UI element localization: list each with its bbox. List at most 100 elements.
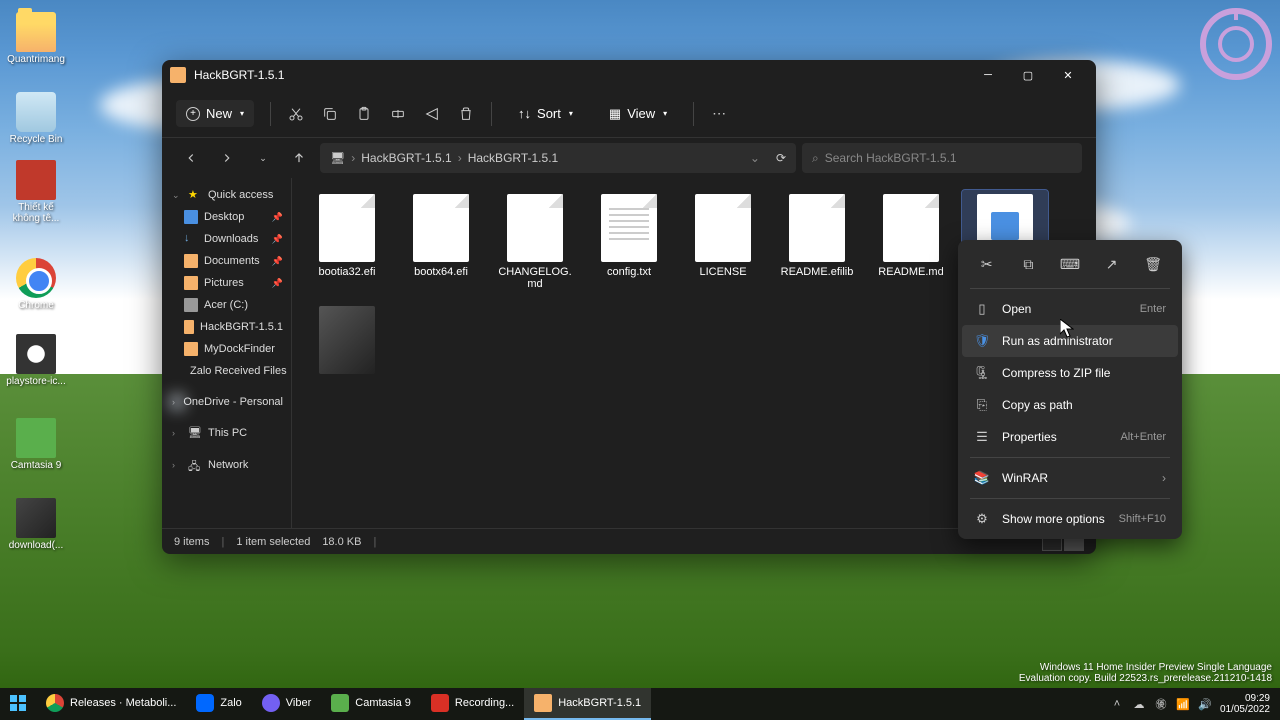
chevron-down-icon: ▾	[240, 109, 244, 118]
back-button[interactable]	[176, 143, 206, 173]
ctx-open[interactable]: ▯OpenEnter	[962, 293, 1178, 325]
ctx-delete-icon[interactable]: 🗑	[1139, 250, 1167, 278]
breadcrumb[interactable]: HackBGRT-1.5.1	[468, 151, 558, 165]
sidebar-thispc[interactable]: ›🖥This PC	[162, 422, 291, 444]
desktop-icon-camtasia[interactable]: Camtasia 9	[6, 418, 66, 471]
path-box[interactable]: 🖥 › HackBGRT-1.5.1 › HackBGRT-1.5.1 ⌄ ⟳	[320, 143, 796, 173]
ctx-compress-zip[interactable]: 🗜Compress to ZIP file	[962, 357, 1178, 389]
ctx-run-admin[interactable]: 🛡Run as administrator	[962, 325, 1178, 357]
sort-icon: ↑↓	[518, 106, 531, 121]
taskbar-item-hackbgrt[interactable]: HackBGRT-1.5.1	[524, 688, 651, 720]
taskbar-item-camtasia[interactable]: Camtasia 9	[321, 688, 421, 720]
status-selected: 1 item selected	[236, 536, 310, 548]
delete-icon[interactable]	[457, 105, 475, 123]
ctx-copy-path[interactable]: ⎘Copy as path	[962, 389, 1178, 421]
sidebar-zalo[interactable]: Zalo Received Files	[162, 360, 291, 382]
taskbar-item-viber[interactable]: Viber	[252, 688, 321, 720]
desktop-icon-quantrimang[interactable]: Quantrimang	[6, 12, 66, 65]
file-item[interactable]: LICENSE	[680, 190, 766, 294]
ctx-share-icon[interactable]: ↗	[1098, 250, 1126, 278]
ctx-copy-icon[interactable]: ⧉	[1014, 250, 1042, 278]
paste-icon[interactable]	[355, 105, 373, 123]
sidebar-mydockfinder[interactable]: MyDockFinder	[162, 338, 291, 360]
taskbar-item-recording[interactable]: Recording...	[421, 688, 524, 720]
file-item[interactable]: bootx64.efi	[398, 190, 484, 294]
sidebar-documents[interactable]: Documents📌	[162, 250, 291, 272]
file-item[interactable]: config.txt	[586, 190, 672, 294]
new-button[interactable]: + New ▾	[176, 100, 254, 127]
sidebar-desktop[interactable]: Desktop📌	[162, 206, 291, 228]
system-tray[interactable]: ˄ ☁ ㊝ 📶 🔊 09:29 01/05/2022	[1100, 693, 1280, 715]
more-icon[interactable]: ⋯	[710, 105, 728, 123]
ctx-winrar[interactable]: 📚WinRAR›	[962, 462, 1178, 494]
tray-volume-icon[interactable]: 🔊	[1198, 697, 1212, 711]
file-item[interactable]	[304, 302, 390, 382]
ctx-show-more[interactable]: ⚙Show more optionsShift+F10	[962, 503, 1178, 535]
desktop-icon-label: Chrome	[6, 300, 66, 311]
statusbar: 9 items | 1 item selected 18.0 KB |	[162, 528, 1096, 554]
watermark-badge	[1200, 8, 1272, 80]
desktop-icon-recyclebin[interactable]: Recycle Bin	[6, 92, 66, 145]
ctx-rename-icon[interactable]: ⌨	[1056, 250, 1084, 278]
sidebar-quick-access[interactable]: ⌄★Quick access	[162, 184, 291, 206]
desktop-icon-thietke[interactable]: Thiết kế không tê...	[6, 160, 66, 224]
sidebar-pictures[interactable]: Pictures📌	[162, 272, 291, 294]
taskbar-item-zalo[interactable]: Zalo	[186, 688, 251, 720]
sidebar-downloads[interactable]: ↓Downloads📌	[162, 228, 291, 250]
taskbar-item-chrome[interactable]: Releases · Metaboli...	[36, 688, 186, 720]
desktop-icon-label: download(...	[6, 540, 66, 551]
tray-onedrive-icon[interactable]: ☁	[1132, 697, 1146, 711]
sort-button[interactable]: ↑↓ Sort ▾	[508, 100, 583, 127]
rename-icon[interactable]	[389, 105, 407, 123]
window-title: HackBGRT-1.5.1	[194, 68, 284, 82]
refresh-icon[interactable]: ⟳	[776, 151, 786, 165]
maximize-button[interactable]: ▢	[1008, 60, 1048, 90]
breadcrumb[interactable]: HackBGRT-1.5.1	[361, 151, 451, 165]
titlebar[interactable]: HackBGRT-1.5.1 ─ ▢ ✕	[162, 60, 1096, 90]
chevron-down-icon: ▾	[663, 109, 667, 118]
desktop-icon-playstore[interactable]: playstore-ic...	[6, 334, 66, 387]
file-item[interactable]: README.efilib	[774, 190, 860, 294]
ctx-cut-icon[interactable]: ✂	[973, 250, 1001, 278]
sidebar-onedrive[interactable]: ›☁OneDrive - Personal	[162, 392, 291, 412]
plus-icon: +	[186, 107, 200, 121]
start-button[interactable]	[0, 688, 36, 720]
zip-icon: 🗜	[974, 365, 990, 381]
cut-icon[interactable]	[287, 105, 305, 123]
desktop-icon-download[interactable]: download(...	[6, 498, 66, 551]
search-box[interactable]: ⌕ Search HackBGRT-1.5.1	[802, 143, 1082, 173]
view-button[interactable]: ▦ View ▾	[599, 100, 677, 128]
desktop-icon-label: Recycle Bin	[6, 134, 66, 145]
forward-button[interactable]	[212, 143, 242, 173]
gear-icon: ⚙	[974, 511, 990, 527]
taskbar: Releases · Metaboli... Zalo Viber Camtas…	[0, 688, 1280, 720]
clock[interactable]: 09:29 01/05/2022	[1220, 693, 1270, 715]
close-button[interactable]: ✕	[1048, 60, 1088, 90]
file-item[interactable]: bootia32.efi	[304, 190, 390, 294]
view-icon: ▦	[609, 106, 621, 122]
desktop-icon-chrome[interactable]: Chrome	[6, 258, 66, 311]
tray-language-icon[interactable]: ㊝	[1154, 697, 1168, 711]
sidebar-hackbgrt[interactable]: HackBGRT-1.5.1	[162, 316, 291, 338]
chevron-down-icon[interactable]: ⌄	[750, 151, 760, 165]
path-icon: ⎘	[974, 397, 990, 413]
file-item[interactable]: README.md	[868, 190, 954, 294]
tray-expand-icon[interactable]: ˄	[1110, 697, 1124, 711]
tray-wifi-icon[interactable]: 📶	[1176, 697, 1190, 711]
ctx-properties[interactable]: ☰PropertiesAlt+Enter	[962, 421, 1178, 453]
file-item[interactable]: CHANGELOG.md	[492, 190, 578, 294]
sidebar-acer[interactable]: Acer (C:)	[162, 294, 291, 316]
share-icon[interactable]	[423, 105, 441, 123]
up-button[interactable]	[284, 143, 314, 173]
sidebar: ⌄★Quick access Desktop📌 ↓Downloads📌 Docu…	[162, 178, 292, 528]
recent-button[interactable]: ⌄	[248, 143, 278, 173]
status-size: 18.0 KB	[322, 536, 361, 548]
sidebar-network[interactable]: ›🖧Network	[162, 454, 291, 476]
copy-icon[interactable]	[321, 105, 339, 123]
status-items: 9 items	[174, 536, 209, 548]
minimize-button[interactable]: ─	[968, 60, 1008, 90]
search-placeholder: Search HackBGRT-1.5.1	[825, 151, 957, 165]
windows-license-text: Windows 11 Home Insider Preview Single L…	[1019, 662, 1272, 684]
desktop-icon-label: playstore-ic...	[6, 376, 66, 387]
context-menu: ✂ ⧉ ⌨ ↗ 🗑 ▯OpenEnter 🛡Run as administrat…	[958, 240, 1182, 539]
